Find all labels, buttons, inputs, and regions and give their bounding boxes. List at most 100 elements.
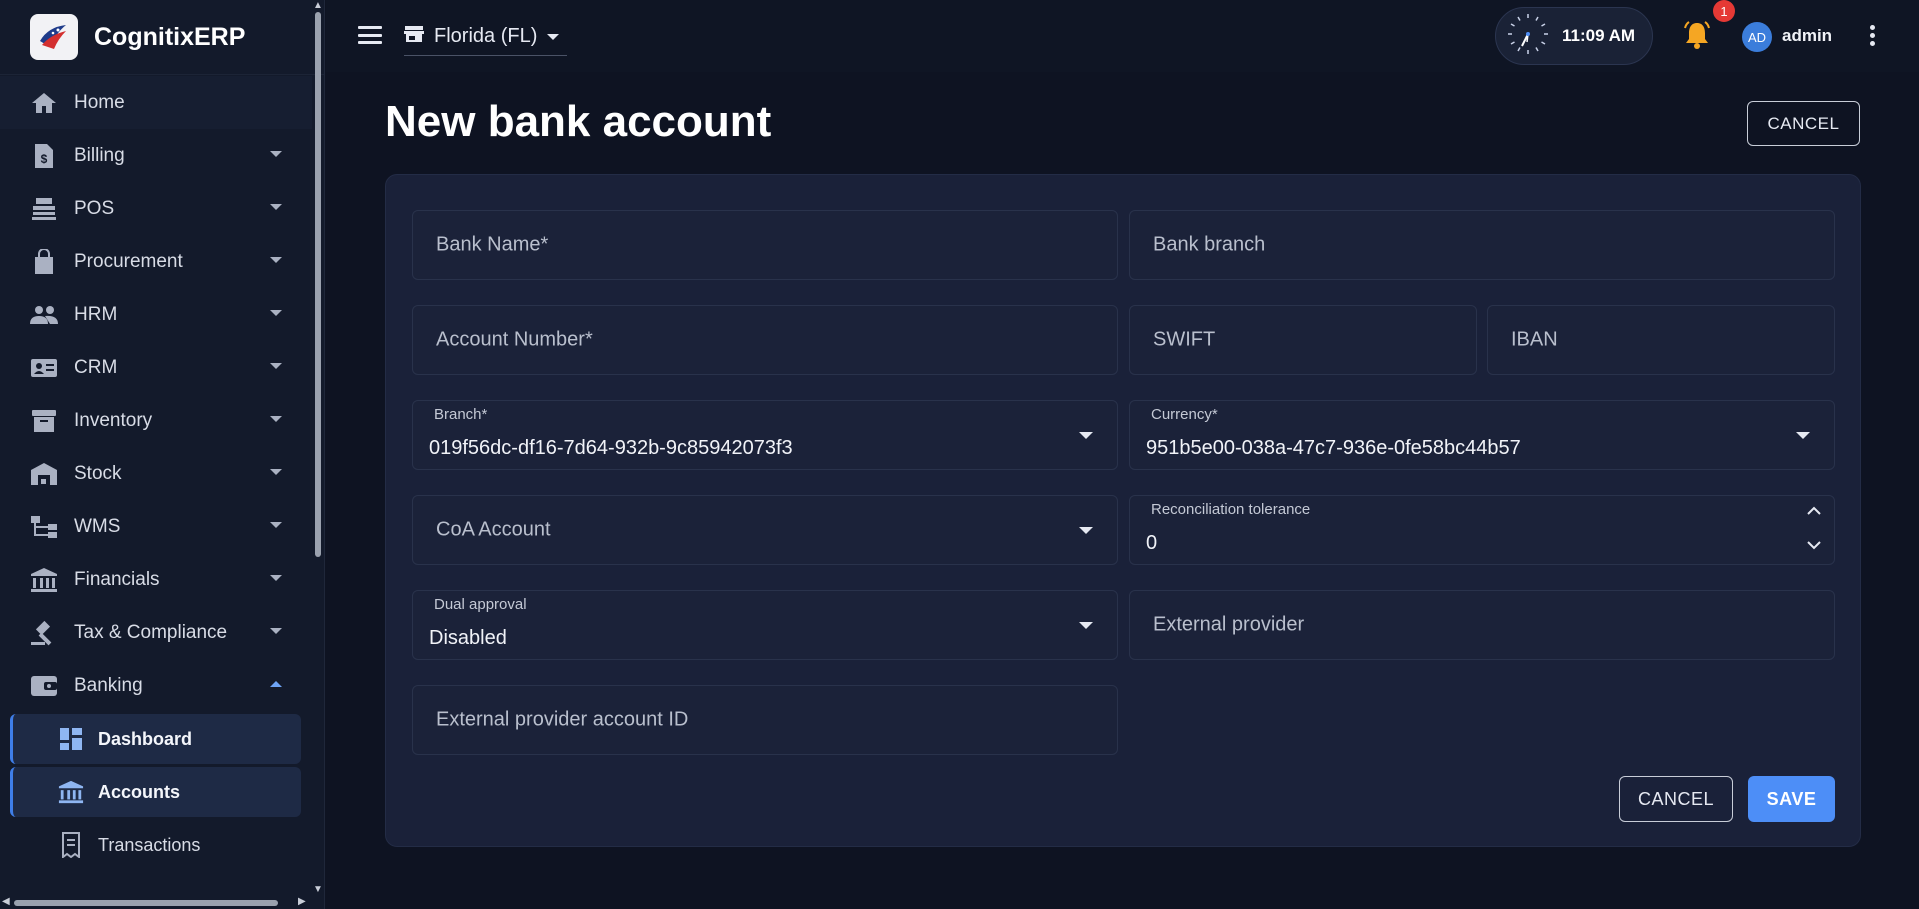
currency-value: 951b5e00-038a-47c7-936e-0fe58bc44b57 <box>1146 437 1521 459</box>
sidebar-item-financials[interactable]: Financials <box>0 553 312 606</box>
sidebar-subitem-label: Accounts <box>98 781 181 802</box>
chevron-down-icon <box>270 363 282 369</box>
reconciliation-tolerance-label: Reconciliation tolerance <box>1151 501 1311 518</box>
store-selector[interactable]: Florida (FL) <box>404 18 568 56</box>
chevron-down-icon <box>270 204 282 210</box>
chevron-down-icon <box>270 575 282 581</box>
username[interactable]: admin <box>1782 26 1832 46</box>
sidebar-item-tax-compliance[interactable]: Tax & Compliance <box>0 606 312 659</box>
dual-approval-value: Disabled <box>429 627 507 649</box>
scroll-down-arrow[interactable]: ▼ <box>313 884 323 895</box>
store-icon <box>404 25 424 48</box>
sidebar-item-label: POS <box>74 197 115 219</box>
account-number-placeholder: Account Number* <box>436 328 593 351</box>
sidebar-item-banking[interactable]: Banking <box>0 659 312 712</box>
sidebar-subitem-dashboard[interactable]: Dashboard <box>10 714 301 764</box>
external-provider-account-id-placeholder: External provider account ID <box>436 708 689 731</box>
sidebar-item-home[interactable]: Home <box>0 76 312 129</box>
currency-select[interactable]: Currency* 951b5e00-038a-47c7-936e-0fe58b… <box>1129 400 1835 470</box>
chevron-down-icon <box>270 416 282 422</box>
chevron-down-icon <box>270 151 282 157</box>
external-provider-account-id-field[interactable]: External provider account ID <box>412 685 1118 755</box>
iban-field[interactable]: IBAN <box>1487 305 1835 375</box>
warehouse-icon <box>30 460 58 488</box>
receipt-icon <box>57 831 85 859</box>
shopping-bag-icon <box>30 248 58 276</box>
page-title: New bank account <box>385 97 772 146</box>
dual-approval-select[interactable]: Dual approval Disabled <box>412 590 1118 660</box>
scroll-right-arrow[interactable]: ▶ <box>298 896 306 907</box>
sidebar: CognitixERP Home $ Billing POS Procureme… <box>0 0 325 909</box>
gavel-icon <box>30 619 58 647</box>
bank-branch-field[interactable]: Bank branch <box>1129 210 1835 280</box>
iban-placeholder: IBAN <box>1511 328 1558 351</box>
notification-bell-icon[interactable] <box>1683 20 1711 55</box>
scroll-left-arrow[interactable]: ◀ <box>2 896 10 907</box>
save-button[interactable]: SAVE <box>1748 776 1835 822</box>
chevron-down-icon <box>270 628 282 634</box>
sidebar-item-billing[interactable]: $ Billing <box>0 129 312 182</box>
svg-text:$: $ <box>41 152 48 166</box>
bank-name-field[interactable]: Bank Name* <box>412 210 1118 280</box>
sidebar-item-label: Financials <box>74 568 160 590</box>
increment-chevron-up-icon[interactable] <box>1804 502 1824 520</box>
chevron-down-icon <box>270 469 282 475</box>
currency-label: Currency* <box>1151 406 1218 423</box>
sidebar-item-label: Home <box>74 91 125 113</box>
sidebar-horizontal-scrollbar[interactable] <box>14 900 278 906</box>
bank-branch-placeholder: Bank branch <box>1153 233 1266 256</box>
chevron-up-icon <box>270 681 282 687</box>
sidebar-scrollbar[interactable] <box>315 12 321 557</box>
more-vertical-icon[interactable] <box>1870 25 1876 49</box>
sidebar-item-inventory[interactable]: Inventory <box>0 394 312 447</box>
sidebar-subitem-transactions[interactable]: Transactions <box>10 820 301 870</box>
clock-icon <box>1506 12 1550 61</box>
sidebar-item-label: Billing <box>74 144 125 166</box>
sidebar-item-crm[interactable]: CRM <box>0 341 312 394</box>
billing-icon: $ <box>30 142 58 170</box>
sidebar-item-wms[interactable]: WMS <box>0 500 312 553</box>
dashboard-icon <box>57 725 85 753</box>
chevron-down-icon <box>1079 432 1093 439</box>
clock-time: 11:09 AM <box>1562 26 1636 45</box>
coa-account-select[interactable]: CoA Account <box>412 495 1118 565</box>
top-bar: Florida (FL) 11:09 AM 1 AD admin <box>326 0 1919 72</box>
swift-placeholder: SWIFT <box>1153 328 1216 351</box>
decrement-chevron-down-icon[interactable] <box>1804 536 1824 554</box>
home-icon <box>30 89 58 117</box>
sidebar-item-hrm[interactable]: HRM <box>0 288 312 341</box>
sidebar-subitem-label: Dashboard <box>98 728 193 749</box>
people-icon <box>30 301 58 329</box>
chevron-down-icon <box>270 522 282 528</box>
swift-field[interactable]: SWIFT <box>1129 305 1477 375</box>
sidebar-item-pos[interactable]: POS <box>0 182 312 235</box>
external-provider-field[interactable]: External provider <box>1129 590 1835 660</box>
menu-icon[interactable] <box>358 26 382 44</box>
sidebar-item-label: Stock <box>74 462 122 484</box>
chevron-down-icon <box>547 33 560 40</box>
app-name: CognitixERP <box>94 22 246 51</box>
wallet-icon <box>30 672 58 700</box>
pos-icon <box>30 195 58 223</box>
bank-icon <box>57 778 85 806</box>
scroll-up-arrow[interactable]: ▲ <box>313 0 323 11</box>
sidebar-item-stock[interactable]: Stock <box>0 447 312 500</box>
cancel-button[interactable]: CANCEL <box>1619 776 1733 822</box>
reconciliation-tolerance-field[interactable]: Reconciliation tolerance 0 <box>1129 495 1835 565</box>
store-selector-value: Florida (FL) <box>434 25 538 47</box>
brand[interactable]: CognitixERP <box>0 0 324 75</box>
avatar[interactable]: AD <box>1742 22 1772 52</box>
external-provider-placeholder: External provider <box>1153 613 1305 636</box>
sidebar-item-label: Inventory <box>74 409 153 431</box>
account-number-field[interactable]: Account Number* <box>412 305 1118 375</box>
app-logo <box>30 14 78 60</box>
branch-select[interactable]: Branch* 019f56dc-df16-7d64-932b-9c859420… <box>412 400 1118 470</box>
sidebar-subitem-accounts[interactable]: Accounts <box>10 767 301 817</box>
archive-box-icon <box>30 407 58 435</box>
branch-label: Branch* <box>434 406 488 423</box>
hierarchy-icon <box>30 513 58 541</box>
sidebar-item-procurement[interactable]: Procurement <box>0 235 312 288</box>
chevron-down-icon <box>270 257 282 263</box>
sidebar-item-label: Tax & Compliance <box>74 621 228 643</box>
cancel-button-top[interactable]: CANCEL <box>1747 101 1860 146</box>
